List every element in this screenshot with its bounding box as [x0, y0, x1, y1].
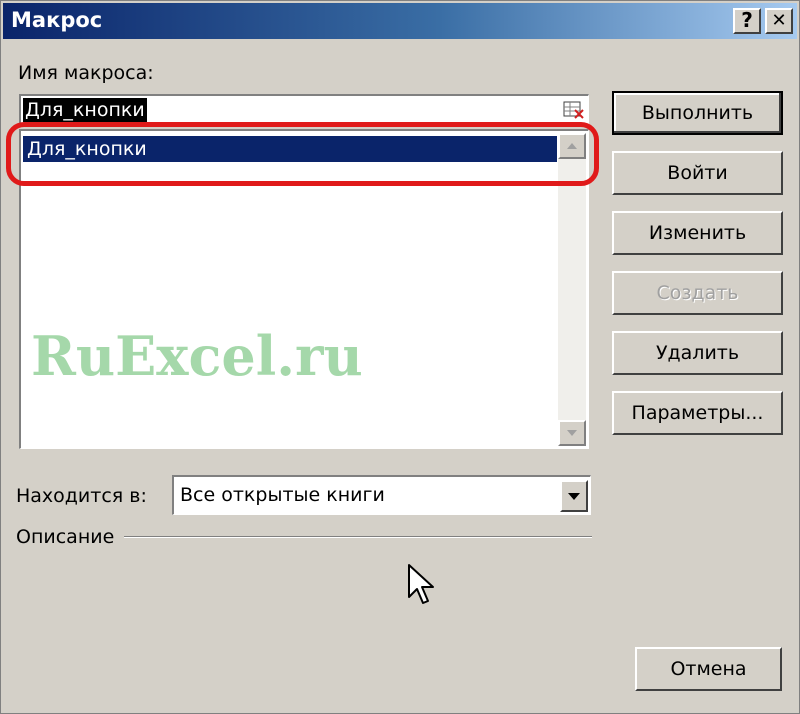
watermark: RuExcel.ru	[31, 324, 363, 388]
highlight-annotation	[6, 122, 599, 186]
arrow-down-icon	[567, 430, 577, 436]
macro-dialog: Макрос ? ✕ Имя макроса: Для_кнопки Для_к…	[0, 0, 800, 714]
create-button: Создать	[612, 271, 783, 315]
help-button[interactable]: ?	[733, 8, 761, 34]
options-button[interactable]: Параметры...	[612, 391, 783, 435]
location-dropdown[interactable]: Все открытые книги	[172, 475, 591, 515]
step-into-button[interactable]: Войти	[612, 151, 783, 195]
macro-name-value: Для_кнопки	[23, 98, 147, 122]
macro-name-label: Имя макроса:	[18, 62, 154, 84]
delete-button[interactable]: Удалить	[612, 331, 783, 375]
reference-picker-icon[interactable]	[563, 99, 585, 121]
description-label: Описание	[16, 526, 115, 548]
run-button[interactable]: Выполнить	[612, 91, 783, 135]
mouse-pointer-icon	[408, 564, 434, 604]
cancel-button[interactable]: Отмена	[635, 647, 782, 691]
location-value: Все открытые книги	[180, 484, 385, 506]
scroll-down-button[interactable]	[558, 420, 586, 446]
chevron-down-icon	[568, 493, 580, 500]
macro-name-field[interactable]: Для_кнопки	[19, 94, 589, 124]
location-dropdown-button[interactable]	[560, 480, 588, 512]
close-button[interactable]: ✕	[765, 8, 793, 34]
location-label: Находится в:	[16, 485, 147, 507]
edit-button[interactable]: Изменить	[612, 211, 783, 255]
window-title: Макрос	[11, 8, 103, 32]
title-bar[interactable]: Макрос ? ✕	[3, 3, 797, 39]
description-divider	[124, 536, 592, 538]
